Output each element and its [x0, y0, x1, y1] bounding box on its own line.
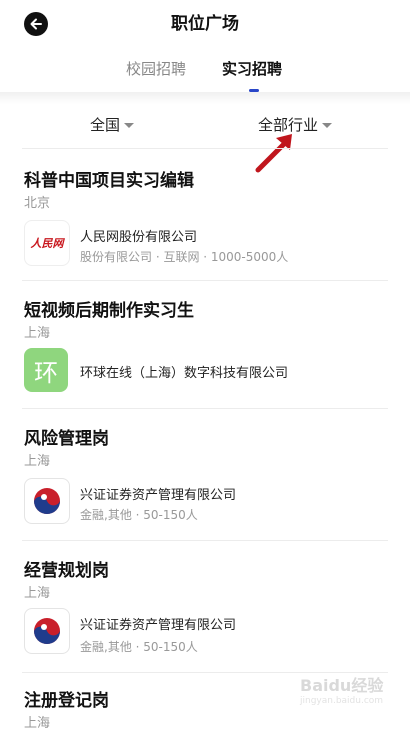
- region-filter[interactable]: 全国: [90, 114, 135, 135]
- company-meta: 金融,其他 · 50-150人: [80, 640, 198, 654]
- watermark-subtext: jingyan.baidu.com: [300, 696, 384, 706]
- company-name: 兴证证券资产管理有限公司: [80, 488, 237, 503]
- xingzheng-logo: [24, 608, 70, 654]
- page-title: 职位广场: [171, 14, 239, 34]
- job-title: 经营规划岗: [24, 561, 109, 581]
- tab-bar: 校园招聘 实习招聘: [0, 48, 410, 90]
- watermark-text: Baidu经验: [300, 676, 384, 695]
- company-meta: 金融,其他 · 50-150人: [80, 508, 198, 522]
- caret-down-icon: [124, 123, 135, 128]
- caret-down-icon: [322, 123, 333, 128]
- xingzheng-logo-icon: [34, 618, 60, 644]
- divider: [22, 408, 388, 409]
- job-location: 上海: [24, 454, 51, 469]
- people-daily-logo-text: 人民网: [30, 237, 64, 250]
- tab-internship-recruitment[interactable]: 实习招聘: [222, 58, 282, 79]
- huan-logo-text: 环: [34, 358, 58, 387]
- baidu-watermark: Baidu经验 jingyan.baidu.com: [300, 672, 400, 722]
- job-title: 短视频后期制作实习生: [24, 301, 194, 321]
- section-separator: [0, 92, 410, 104]
- job-location: 北京: [24, 196, 51, 211]
- divider: [22, 280, 388, 281]
- xingzheng-logo-icon: [34, 488, 60, 514]
- header: 职位广场: [0, 0, 410, 48]
- company-name: 环球在线（上海）数字科技有限公司: [80, 366, 289, 381]
- region-filter-label: 全国: [90, 116, 121, 134]
- divider: [22, 148, 388, 149]
- annotation-arrow-icon: [255, 134, 292, 173]
- people-daily-logo: 人民网: [24, 220, 70, 266]
- filter-bar: 全国 全部行业: [0, 104, 410, 146]
- divider: [22, 540, 388, 541]
- company-name: 人民网股份有限公司: [80, 230, 198, 245]
- job-location: 上海: [24, 716, 51, 731]
- job-location: 上海: [24, 326, 51, 341]
- job-title: 注册登记岗: [24, 691, 109, 711]
- company-meta: 股份有限公司 · 互联网 · 1000-5000人: [80, 250, 289, 264]
- xingzheng-logo: [24, 478, 70, 524]
- job-location: 上海: [24, 586, 51, 601]
- company-name: 兴证证券资产管理有限公司: [80, 618, 237, 633]
- tab-campus-recruitment[interactable]: 校园招聘: [126, 58, 186, 79]
- job-title: 科普中国项目实习编辑: [24, 171, 194, 191]
- huan-logo: 环: [24, 348, 68, 392]
- job-title: 风险管理岗: [24, 429, 109, 449]
